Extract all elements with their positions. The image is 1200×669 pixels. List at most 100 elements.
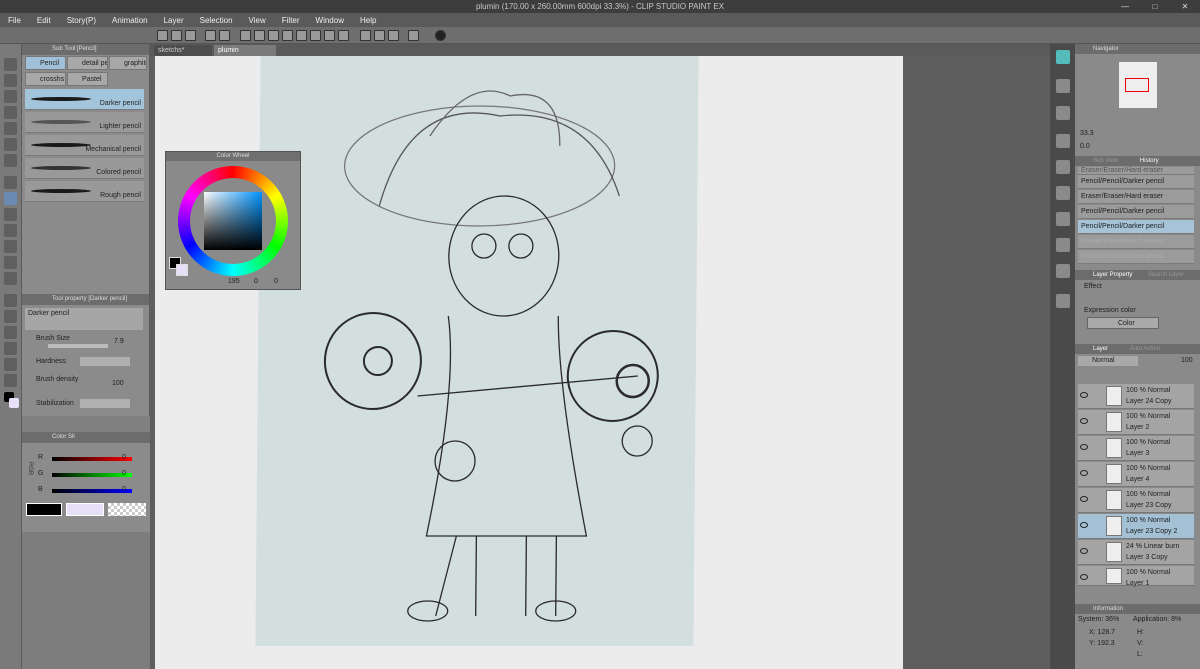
channel-g-slider[interactable] (52, 473, 132, 477)
eye-icon[interactable] (1080, 470, 1088, 476)
frame-tool-icon[interactable] (4, 342, 17, 355)
transparent-color-box[interactable] (108, 503, 146, 516)
layer-row[interactable]: 24 % Linear burn Layer 3 Copy (1078, 540, 1194, 565)
saturation-value[interactable]: 0 (254, 278, 258, 285)
material-icon[interactable] (1056, 212, 1070, 226)
material-icon[interactable] (1056, 238, 1070, 252)
eye-icon[interactable] (1080, 548, 1088, 554)
decoration-tool-icon[interactable] (4, 240, 17, 253)
zoom-value[interactable]: 33.3 (1080, 130, 1094, 137)
sketch-artwork[interactable] (255, 56, 699, 646)
eye-icon[interactable] (1080, 418, 1088, 424)
layer-opacity-value[interactable]: 100 (1181, 357, 1193, 364)
layer-row[interactable]: 100 % Normal Layer 23 Copy (1078, 488, 1194, 513)
layer-name[interactable]: Layer 4 (1126, 476, 1149, 483)
tab-graphite[interactable]: graphite (109, 56, 147, 70)
ruler-icon[interactable] (374, 30, 385, 41)
angle-value[interactable]: 0.0 (1080, 143, 1090, 150)
sub-color-box[interactable] (66, 503, 104, 516)
eye-icon[interactable] (1080, 444, 1088, 450)
minimize-icon[interactable]: — (1110, 0, 1140, 13)
close-panel-icon[interactable] (1056, 50, 1070, 64)
menu-edit[interactable]: Edit (29, 16, 59, 25)
pencil-tool-icon[interactable] (4, 192, 17, 205)
doc-tab-sketchs[interactable]: sketchs* (154, 45, 212, 56)
history-item[interactable]: Pencil/Pencil/Darker pencil (1078, 250, 1194, 264)
tab-detail-pencil[interactable]: detail pe (67, 56, 108, 70)
menu-window[interactable]: Window (308, 16, 352, 25)
tab-pastel[interactable]: Pastel (67, 72, 108, 86)
menu-selection[interactable]: Selection (192, 16, 241, 25)
undo-icon[interactable] (205, 30, 216, 41)
layer-name[interactable]: Layer 23 Copy (1126, 502, 1172, 509)
history-item[interactable]: Eraser/Eraser/Hard eraser (1078, 190, 1194, 204)
display-icon[interactable] (408, 30, 419, 41)
brush-size-slider[interactable] (48, 344, 108, 348)
navigator-preview[interactable] (1119, 62, 1157, 108)
operation-tool-icon[interactable] (4, 90, 17, 103)
eye-icon[interactable] (1080, 392, 1088, 398)
tab-layer-property[interactable]: Layer Property (1093, 272, 1132, 278)
zoom-tool-icon[interactable] (4, 58, 17, 71)
layer-row[interactable]: 100 % Normal Layer 1 (1078, 566, 1194, 587)
history-item[interactable]: Eraser/Eraser/Hard eraser (1078, 235, 1194, 249)
menu-story[interactable]: Story(P) (59, 16, 104, 25)
eyedropper-tool-icon[interactable] (4, 154, 17, 167)
brush-item[interactable]: Mechanical pencil (25, 135, 144, 156)
airbrush-tool-icon[interactable] (4, 224, 17, 237)
main-color-box[interactable] (26, 503, 62, 516)
snap-icon[interactable] (360, 30, 371, 41)
history-item[interactable]: Pencil/Pencil/Darker pencil (1078, 175, 1194, 189)
gradient-icon[interactable] (296, 30, 307, 41)
material-icon[interactable] (1056, 134, 1070, 148)
material-icon[interactable] (1056, 106, 1070, 120)
eye-icon[interactable] (1080, 522, 1088, 528)
tab-sub-view[interactable]: Sub View (1093, 158, 1118, 164)
gradient-tool-icon[interactable] (4, 310, 17, 323)
menu-animation[interactable]: Animation (104, 16, 156, 25)
move-layer-tool-icon[interactable] (4, 106, 17, 119)
eye-icon[interactable] (1080, 574, 1088, 580)
tab-pencil[interactable]: Pencil (25, 56, 66, 70)
material-icon[interactable] (1056, 264, 1070, 278)
pen-tool-icon[interactable] (4, 176, 17, 189)
brush-item[interactable]: Rough pencil (25, 181, 144, 202)
layer-row-selected[interactable]: 100 % Normal Layer 23 Copy 2 (1078, 514, 1194, 539)
layer-row[interactable]: 100 % Normal Layer 2 (1078, 410, 1194, 435)
sub-color-chip[interactable] (176, 264, 188, 276)
layer-row[interactable]: 100 % Normal Layer 24 Copy (1078, 384, 1194, 409)
transform-icon[interactable] (254, 30, 265, 41)
tab-crosshatch[interactable]: crosshs (25, 72, 66, 86)
blend-mode-select[interactable]: Normal (1078, 356, 1138, 366)
brush-item[interactable]: Lighter pencil (25, 112, 144, 133)
history-item[interactable]: Eraser/Eraser/Hard eraser (1078, 167, 1194, 175)
save-icon[interactable] (185, 30, 196, 41)
brush-item[interactable]: Colored pencil (25, 158, 144, 179)
density-value[interactable]: 100 (112, 380, 124, 387)
layer-name[interactable]: Layer 3 Copy (1126, 554, 1168, 561)
doc-tab-plumin[interactable]: plumin (214, 45, 276, 56)
menu-help[interactable]: Help (352, 16, 384, 25)
material-icon[interactable] (1056, 186, 1070, 200)
grid-icon[interactable] (388, 30, 399, 41)
move-tool-icon[interactable] (4, 74, 17, 87)
layer-name[interactable]: Layer 23 Copy 2 (1126, 528, 1177, 535)
sub-color-swatch[interactable] (9, 398, 19, 408)
help-icon[interactable] (435, 30, 446, 41)
hue-value[interactable]: 195 (228, 278, 240, 285)
close-icon[interactable]: ✕ (1170, 0, 1200, 13)
channel-b-value[interactable]: 0 (122, 486, 126, 493)
color-mode-tab[interactable]: RGB (27, 462, 33, 475)
menu-layer[interactable]: Layer (156, 16, 192, 25)
deselect-icon[interactable] (324, 30, 335, 41)
invert-icon[interactable] (338, 30, 349, 41)
layer-name[interactable]: Layer 24 Copy (1126, 398, 1172, 405)
balloon-tool-icon[interactable] (4, 374, 17, 387)
clear-icon[interactable] (310, 30, 321, 41)
history-item-selected[interactable]: Pencil/Pencil/Darker pencil (1078, 220, 1194, 234)
auto-select-tool-icon[interactable] (4, 138, 17, 151)
layer-row[interactable]: 100 % Normal Layer 4 (1078, 462, 1194, 487)
layer-row[interactable]: 100 % Normal Layer 3 (1078, 436, 1194, 461)
stabilization-selector[interactable] (80, 399, 130, 408)
redo-icon[interactable] (219, 30, 230, 41)
